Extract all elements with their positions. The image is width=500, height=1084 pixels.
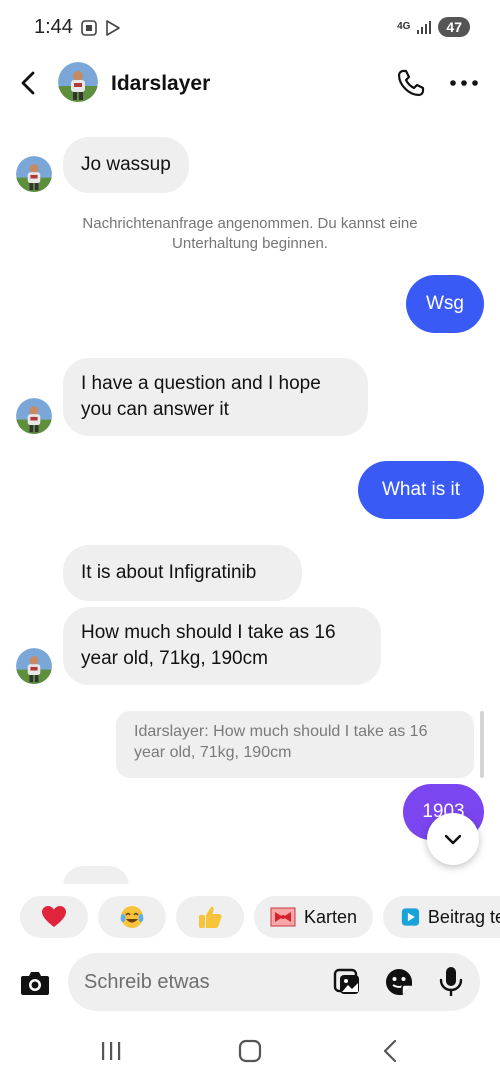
message-text: How much should I take as 16 year old, 7…: [81, 622, 336, 669]
reply-quote-text: Idarslayer: How much should I take as 16…: [134, 723, 428, 761]
message-text: Jo wassup: [81, 154, 171, 175]
message-text: What is it: [381, 479, 461, 500]
sender-avatar[interactable]: [16, 398, 52, 434]
message-bubble-incoming[interactable]: How much should I take as 16 year old, 7…: [63, 607, 381, 685]
message-bubble-incoming[interactable]: Jo wassup: [63, 137, 189, 193]
quick-reaction-cards[interactable]: Karten: [254, 896, 373, 938]
play-store-icon: [106, 20, 120, 36]
battery-indicator: 47: [438, 17, 470, 37]
sender-avatar[interactable]: [16, 648, 52, 684]
sticker-button[interactable]: [384, 967, 414, 997]
sender-avatar[interactable]: [16, 156, 52, 192]
microphone-icon: [439, 967, 463, 996]
signal-icon: [417, 21, 432, 34]
home-icon: [238, 1039, 262, 1063]
system-message: Nachrichtenanfrage angenommen. Du kannst…: [82, 215, 418, 252]
screenshot-icon: [81, 20, 97, 36]
chip-label: Beitrag teilen: [427, 906, 500, 927]
red-heart-emoji-icon: [42, 906, 66, 927]
back-icon: [383, 1039, 397, 1063]
recent-apps-button[interactable]: [96, 1038, 126, 1064]
quick-reaction-heart[interactable]: [20, 896, 88, 938]
thumbs-up-emoji-icon: [199, 906, 222, 928]
phone-icon: [397, 69, 425, 97]
reply-quote-bar: [480, 711, 484, 778]
chip-label: Karten: [303, 906, 358, 927]
chevron-left-icon: [21, 71, 35, 95]
message-input[interactable]: [84, 953, 324, 1011]
reply-quote[interactable]: Idarslayer: How much should I take as 16…: [116, 711, 474, 778]
more-options-button[interactable]: [448, 68, 480, 98]
avatar-image: [16, 156, 52, 192]
message-list[interactable]: Jo wassup Nachrichtenanfrage angenommen.…: [0, 114, 500, 884]
network-type-label: 4G: [397, 21, 411, 32]
message-composer: [0, 952, 500, 1012]
microphone-button[interactable]: [436, 965, 466, 999]
message-bubble-incoming[interactable]: It is about Infigratinib: [63, 545, 302, 601]
gallery-button[interactable]: [332, 967, 362, 997]
gallery-icon: [333, 968, 359, 994]
message-bubble-outgoing[interactable]: What is it: [358, 461, 484, 519]
avatar-image: [16, 398, 52, 434]
contact-name[interactable]: Idarslayer: [111, 72, 210, 96]
camera-icon: [21, 972, 49, 995]
chat-header: Idarslayer: [0, 58, 500, 114]
recent-apps-icon: [102, 1042, 121, 1060]
system-back-button[interactable]: [376, 1038, 406, 1064]
call-button[interactable]: [396, 68, 426, 98]
contact-avatar[interactable]: [58, 62, 98, 102]
play-post-icon: [401, 908, 420, 926]
quick-reaction-row[interactable]: Karten Beitrag teilen: [0, 896, 500, 938]
message-text: Wsg: [426, 293, 464, 314]
tears-of-joy-emoji-icon: [120, 906, 144, 928]
typing-indicator: [63, 866, 129, 884]
message-bubble-outgoing[interactable]: Wsg: [406, 275, 484, 333]
quick-reaction-laugh[interactable]: [98, 896, 166, 938]
home-button[interactable]: [235, 1038, 265, 1064]
quick-reaction-share-post[interactable]: Beitrag teilen: [383, 896, 500, 938]
more-horizontal-icon: [450, 80, 478, 86]
message-bubble-incoming[interactable]: I have a question and I hope you can ans…: [63, 358, 368, 436]
ribbon-card-icon: [270, 907, 296, 927]
status-notification-icons: [80, 19, 122, 37]
chevron-down-icon: [444, 834, 462, 845]
avatar-image: [58, 62, 98, 102]
message-input-container[interactable]: [68, 953, 480, 1011]
message-text: I have a question and I hope you can ans…: [81, 373, 321, 420]
camera-button[interactable]: [17, 965, 53, 1001]
status-bar: 1:44 4G 47: [0, 0, 500, 58]
quick-reaction-thumbs-up[interactable]: [176, 896, 244, 938]
scroll-to-bottom-button[interactable]: [427, 813, 479, 865]
sticker-icon: [386, 969, 412, 995]
back-button[interactable]: [14, 68, 44, 98]
message-text: It is about Infigratinib: [81, 562, 257, 583]
system-navigation-bar: [0, 1018, 500, 1084]
status-time: 1:44: [34, 16, 73, 38]
avatar-image: [16, 648, 52, 684]
status-system-icons: 4G 47: [397, 17, 470, 37]
